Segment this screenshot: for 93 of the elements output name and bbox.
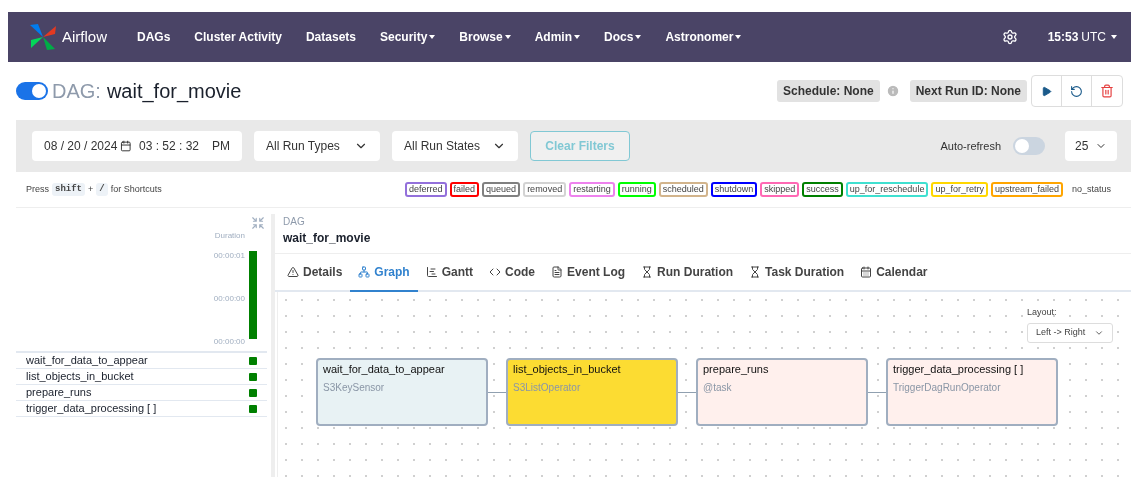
- brand-name[interactable]: Airflow: [62, 25, 107, 49]
- graph-icon: [358, 266, 371, 278]
- shift-key: shift: [52, 182, 86, 197]
- state-legend-tag[interactable]: running: [617, 182, 656, 197]
- state-legend-tag[interactable]: no_status: [1065, 185, 1117, 194]
- task-status-square[interactable]: [249, 404, 257, 413]
- code-icon: [489, 266, 502, 278]
- state-legend-tag[interactable]: success: [802, 182, 843, 197]
- task-name[interactable]: prepare_runs: [26, 384, 92, 401]
- layout-select[interactable]: Left -> Right: [1027, 322, 1113, 343]
- task-node[interactable]: list_objects_in_bucket S3ListOperator: [506, 358, 678, 426]
- chart-icon: [425, 266, 438, 278]
- tab[interactable]: Graph: [350, 254, 418, 292]
- nav-menu-item[interactable]: Cluster Activity: [194, 28, 282, 46]
- dag-name: wait_for_movie: [283, 230, 372, 247]
- task-node[interactable]: prepare_runs @task: [696, 358, 868, 426]
- task-node-name: list_objects_in_bucket: [513, 362, 622, 377]
- duration-label: Duration: [214, 230, 245, 242]
- nav-menu-item[interactable]: Datasets: [305, 28, 356, 46]
- state-legend-tag[interactable]: removed: [523, 182, 567, 197]
- settings-icon[interactable]: [1001, 29, 1018, 45]
- state-legend-tag[interactable]: up_for_retry: [931, 182, 988, 197]
- tab[interactable]: Gantt: [417, 254, 482, 290]
- duration-tick: 00:00:00: [213, 336, 245, 348]
- task-node[interactable]: wait_for_data_to_appear S3KeySensor: [316, 358, 488, 426]
- state-legend-tag[interactable]: upstream_failed: [990, 182, 1063, 197]
- dag-prefix: DAG:: [52, 79, 101, 104]
- tab[interactable]: Details: [279, 254, 351, 290]
- tab[interactable]: Code: [481, 254, 544, 290]
- task-name[interactable]: wait_for_data_to_appear: [26, 352, 148, 369]
- dag-title: wait_for_movie: [106, 79, 242, 105]
- state-legend-tag[interactable]: restarting: [569, 182, 615, 197]
- nav-menu-item[interactable]: Security: [380, 28, 436, 46]
- trash-icon: [1100, 84, 1114, 98]
- calendar-icon: [860, 266, 873, 278]
- tab[interactable]: Task Duration: [741, 254, 853, 290]
- task-node[interactable]: trigger_data_processing [ ] TriggerDagRunOperator: [886, 358, 1058, 426]
- nav-menu-item[interactable]: DAGs: [137, 28, 171, 46]
- pinwheel-logo-icon: [28, 22, 58, 52]
- state-legend-tag[interactable]: skipped: [760, 182, 800, 197]
- state-legend-tag[interactable]: shutdown: [710, 182, 758, 197]
- play-icon: [1041, 85, 1052, 97]
- nav-menu-item[interactable]: Admin: [534, 28, 581, 46]
- state-legend-tag[interactable]: deferred: [405, 182, 447, 197]
- auto-refresh-label: Auto-refresh: [940, 138, 1001, 154]
- state-legend-tag[interactable]: failed: [449, 182, 480, 197]
- task-node-name: trigger_data_processing [ ]: [893, 362, 1025, 377]
- plus-sign: +: [88, 182, 94, 196]
- state-legend-tag[interactable]: scheduled: [658, 182, 708, 197]
- task-node-name: wait_for_data_to_appear: [323, 362, 446, 377]
- task-status-square[interactable]: [249, 356, 257, 365]
- pause-toggle[interactable]: [16, 82, 48, 100]
- slash-key: /: [96, 182, 108, 197]
- state-legend-tag[interactable]: up_for_reschedule: [845, 182, 929, 197]
- nav-menu-item[interactable]: Astronomer: [665, 28, 742, 46]
- task-name[interactable]: trigger_data_processing [ ]: [26, 400, 157, 417]
- task-status-square[interactable]: [249, 388, 257, 397]
- task-status-square[interactable]: [249, 372, 257, 381]
- next-run-badge: Next Run ID: None: [909, 80, 1027, 102]
- warning-icon: [287, 266, 299, 278]
- task-name[interactable]: list_objects_in_bucket: [26, 368, 134, 385]
- layout-label: Layout:: [1027, 306, 1058, 319]
- page-size-select[interactable]: 25: [1065, 131, 1117, 161]
- calendar-icon[interactable]: [120, 140, 132, 152]
- schedule-badge: Schedule: None: [776, 80, 880, 102]
- dag-kicker: DAG: [283, 215, 306, 229]
- nav-menu-item[interactable]: Docs: [604, 28, 642, 46]
- run-states-select[interactable]: All Run States: [392, 131, 518, 161]
- task-node-name: prepare_runs: [703, 362, 770, 377]
- state-legend-tag[interactable]: queued: [482, 182, 521, 197]
- shortcut-hint: for Shortcuts: [110, 182, 162, 196]
- tab[interactable]: Run Duration: [633, 254, 742, 290]
- shortcut-hint: Press: [26, 182, 49, 196]
- nav-menu-item[interactable]: Browse: [459, 28, 511, 46]
- refresh-icon: [1070, 84, 1083, 98]
- auto-refresh-toggle[interactable]: [1013, 137, 1045, 155]
- operator-name: TriggerDagRunOperator: [893, 380, 1002, 395]
- operator-name: @task: [703, 380, 733, 395]
- tab[interactable]: Calendar: [852, 254, 936, 290]
- time-value: 03 : 52 : 32: [138, 138, 199, 155]
- run-types-select[interactable]: All Run Types: [254, 131, 380, 161]
- hourglass-icon: [641, 266, 654, 278]
- tab[interactable]: Event Log: [543, 254, 634, 290]
- hourglass-icon: [749, 266, 762, 278]
- clock-menu[interactable]: 15:53 UTC: [1047, 28, 1117, 46]
- operator-name: S3ListOperator: [513, 380, 582, 395]
- duration-tick: 00:00:01: [213, 250, 245, 262]
- operator-name: S3KeySensor: [323, 380, 386, 395]
- duration-tick: 00:00:00: [213, 293, 245, 305]
- ampm-value: PM: [212, 138, 230, 155]
- document-icon: [551, 266, 564, 278]
- date-value: 08 / 20 / 2024: [44, 138, 118, 155]
- date-time-field[interactable]: 08 / 20 / 2024 03 : 52 : 32 PM: [32, 131, 242, 161]
